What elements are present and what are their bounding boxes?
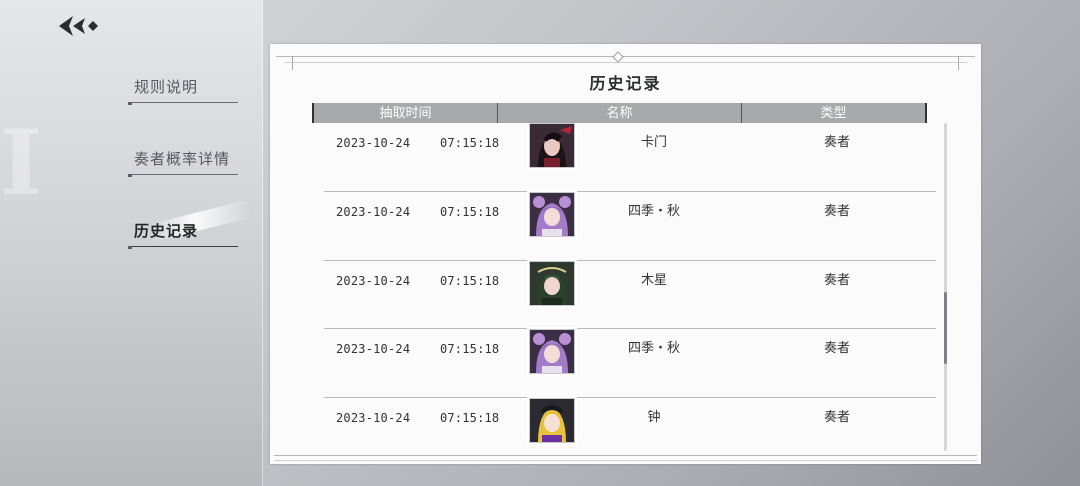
column-header-type: 类型 <box>820 106 847 121</box>
character-name: 四季・秋 <box>627 341 680 357</box>
frame-line <box>274 455 977 456</box>
nav-item-label: 历史记录 <box>134 222 199 240</box>
frame-diamond-ornament <box>612 51 624 63</box>
table-row: 2023-10-24 07:15:18 四季・秋 奏者 <box>324 191 936 261</box>
nav-item-rules[interactable]: 规则说明 <box>128 76 238 103</box>
character-type: 奏者 <box>823 410 850 426</box>
table-row: 2023-10-24 07:15:18 卡门 奏者 <box>324 123 936 192</box>
column-header-name: 名称 <box>498 103 742 123</box>
nav-item-underline <box>128 102 238 103</box>
frame-corner <box>958 56 973 70</box>
column-header-time: 抽取时间 <box>314 103 498 123</box>
back-button[interactable] <box>55 10 103 42</box>
draw-time: 2023-10-24 07:15:18 <box>336 411 500 426</box>
back-arrow-icon <box>59 16 98 36</box>
history-list[interactable]: 2023-10-24 07:15:18 卡门 奏者 2023-10-24 07:… <box>324 123 936 453</box>
draw-time: 2023-10-24 07:15:18 <box>336 273 500 288</box>
character-type: 奏者 <box>823 135 850 150</box>
nav-item-label: 奏者概率详情 <box>134 150 231 168</box>
nav-item-underline <box>128 174 238 175</box>
scrollbar[interactable] <box>944 123 947 451</box>
table-row: 2023-10-24 07:15:18 钟 奏者 <box>324 398 936 453</box>
character-name: 卡门 <box>640 135 667 150</box>
table-row: 2023-10-24 07:15:18 木星 奏者 <box>324 260 936 330</box>
character-avatar <box>529 191 575 237</box>
table-header: 抽取时间 名称 类型 <box>312 103 927 123</box>
draw-time: 2023-10-24 07:15:18 <box>336 136 500 150</box>
character-type: 奏者 <box>823 341 850 357</box>
character-name: 木星 <box>640 272 667 288</box>
table-row: 2023-10-24 07:15:18 四季・秋 奏者 <box>324 329 936 399</box>
character-avatar <box>529 329 575 375</box>
character-avatar <box>529 123 575 168</box>
character-avatar <box>529 398 575 444</box>
frame-line <box>274 460 977 461</box>
character-type: 奏者 <box>823 272 850 288</box>
left-sidebar: I 规则说明 奏者概率详情 历史记录 <box>0 0 263 486</box>
scrollbar-thumb[interactable] <box>944 292 947 364</box>
panel-title: 历史记录 <box>589 74 662 93</box>
nav-item-label: 规则说明 <box>134 78 199 96</box>
character-name: 四季・秋 <box>627 203 680 219</box>
draw-time: 2023-10-24 07:15:18 <box>336 342 500 357</box>
nav-item-probability-details[interactable]: 奏者概率详情 <box>128 148 238 175</box>
frame-corner <box>278 56 293 70</box>
history-panel: 历史记录 抽取时间 名称 类型 2023-10-24 07:15:18 卡门 奏… <box>270 44 981 464</box>
character-name: 钟 <box>647 410 661 426</box>
character-type: 奏者 <box>823 203 850 219</box>
nav-item-history[interactable]: 历史记录 <box>128 220 238 247</box>
draw-time: 2023-10-24 07:15:18 <box>336 204 500 219</box>
character-avatar <box>529 260 575 306</box>
nav-item-underline <box>128 246 238 247</box>
decorative-background-letter: I <box>0 110 43 216</box>
frame-line <box>276 56 975 57</box>
frame-line <box>284 62 967 63</box>
